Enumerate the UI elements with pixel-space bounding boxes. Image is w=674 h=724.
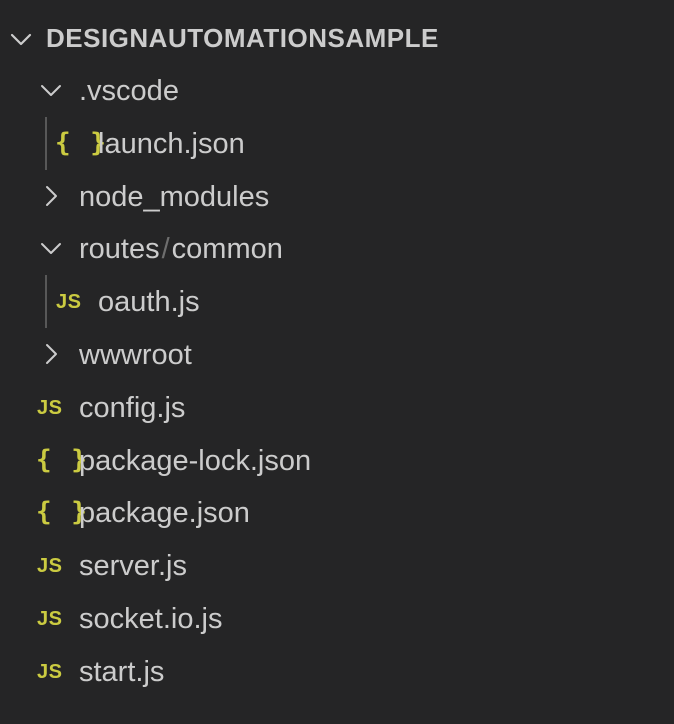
tree-item-label: socket.io.js bbox=[79, 603, 223, 635]
folder-name-routes: routes bbox=[79, 233, 160, 265]
tree-item-routes-common-folder[interactable]: routes/common bbox=[0, 222, 674, 275]
explorer-root-title: DESIGNAUTOMATIONSAMPLE bbox=[46, 23, 439, 53]
tree-item-vscode-folder[interactable]: .vscode bbox=[0, 64, 674, 117]
tree-item-label: wwwroot bbox=[79, 339, 192, 371]
path-separator: / bbox=[161, 233, 170, 265]
tree-item-label: package.json bbox=[79, 497, 250, 529]
tree-item-server-js[interactable]: JS server.js bbox=[0, 539, 674, 592]
tree-item-config-js[interactable]: JS config.js bbox=[0, 381, 674, 434]
chevron-down-icon bbox=[41, 85, 61, 96]
chevron-down-icon[interactable] bbox=[8, 26, 34, 52]
tree-item-socket-io-js[interactable]: JS socket.io.js bbox=[0, 592, 674, 645]
js-file-icon: JS bbox=[37, 555, 63, 577]
tree-item-label: launch.json bbox=[98, 128, 245, 160]
tree-item-package-json[interactable]: { } package.json bbox=[0, 486, 674, 539]
tree-item-label: start.js bbox=[79, 656, 165, 688]
tree-item-launch-json[interactable]: { } launch.json bbox=[0, 117, 674, 170]
tree-item-start-js[interactable]: JS start.js bbox=[0, 645, 674, 698]
tree-item-wwwroot-folder[interactable]: wwwroot bbox=[0, 328, 674, 381]
js-file-icon: JS bbox=[37, 608, 63, 630]
tree-item-label: server.js bbox=[79, 550, 187, 582]
folder-name-common: common bbox=[171, 233, 283, 265]
chevron-down-icon bbox=[41, 243, 61, 254]
tree-item-label: config.js bbox=[79, 392, 186, 424]
explorer-root-header[interactable]: DESIGNAUTOMATIONSAMPLE bbox=[0, 12, 674, 64]
tree-item-oauth-js[interactable]: JS oauth.js bbox=[0, 275, 674, 328]
js-file-icon: JS bbox=[37, 661, 63, 683]
file-explorer: DESIGNAUTOMATIONSAMPLE .vscode { } launc… bbox=[0, 0, 674, 724]
chevron-right-icon bbox=[46, 344, 57, 364]
tree-item-node-modules-folder[interactable]: node_modules bbox=[0, 170, 674, 223]
js-file-icon: JS bbox=[56, 291, 82, 313]
tree-item-label: oauth.js bbox=[98, 286, 200, 318]
tree-item-package-lock-json[interactable]: { } package-lock.json bbox=[0, 434, 674, 487]
js-file-icon: JS bbox=[37, 397, 63, 419]
tree-item-label: .vscode bbox=[79, 75, 179, 107]
tree-item-label: routes/common bbox=[79, 232, 283, 266]
tree-item-label: package-lock.json bbox=[79, 445, 312, 477]
chevron-right-icon bbox=[46, 186, 57, 206]
tree-item-label: node_modules bbox=[79, 181, 270, 213]
